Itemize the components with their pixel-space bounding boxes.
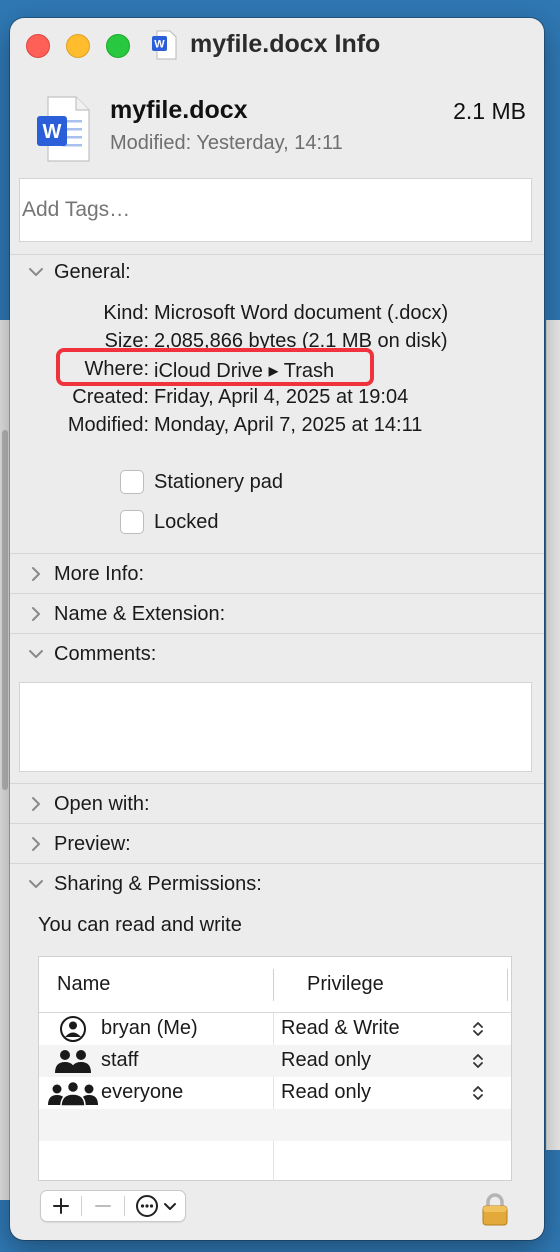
created-value: Friday, April 4, 2025 at 19:04 — [154, 386, 409, 408]
group-icon — [55, 1050, 91, 1073]
row-privilege[interactable]: Read only — [281, 1081, 371, 1104]
minimize-button[interactable] — [66, 34, 90, 58]
divider — [10, 863, 544, 864]
open-with-section-toggle[interactable]: Open with: — [26, 789, 150, 819]
word-icon-letter: W — [154, 39, 165, 51]
remove-permission-button[interactable] — [82, 1191, 124, 1221]
created-label: Created: — [72, 386, 149, 408]
zoom-button[interactable] — [106, 34, 130, 58]
kind-label: Kind: — [103, 302, 149, 324]
chevron-down-icon — [164, 1203, 176, 1210]
ellipsis-circle-icon — [136, 1195, 158, 1217]
tags-input[interactable] — [19, 178, 532, 242]
up-down-arrows-icon[interactable] — [471, 1019, 485, 1039]
chevron-right-icon — [32, 797, 40, 811]
everyone-icon — [48, 1080, 98, 1107]
file-header: W myfile.docx 2.1 MB Modified: Yesterday… — [10, 74, 544, 254]
background-scrollbar — [2, 430, 8, 790]
word-document-large-icon: W — [37, 96, 90, 162]
where-highlight-box — [56, 348, 374, 386]
permissions-table-header: Name Privilege — [39, 957, 511, 1013]
divider — [10, 783, 544, 784]
preview-section-toggle[interactable]: Preview: — [26, 829, 131, 859]
modified-value: Monday, April 7, 2025 at 14:11 — [154, 414, 423, 436]
modified-summary-label: Modified: — [110, 132, 192, 154]
stationery-pad-label: Stationery pad — [154, 470, 283, 493]
title-bar: W myfile.docx Info — [10, 18, 544, 74]
stationery-pad-checkbox[interactable] — [120, 470, 144, 494]
chevron-down-icon — [29, 880, 43, 888]
sharing-section-toggle[interactable]: Sharing & Permissions: — [26, 869, 262, 899]
minus-icon — [95, 1205, 111, 1207]
general-section-toggle[interactable]: General: — [26, 257, 131, 287]
column-separator — [273, 969, 274, 1001]
word-large-icon-letter: W — [43, 121, 62, 143]
divider — [10, 593, 544, 594]
divider — [10, 553, 544, 554]
up-down-arrows-icon[interactable] — [471, 1051, 485, 1071]
modified-row: Modified: Monday, April 7, 2025 at 14:11 — [10, 414, 544, 442]
chevron-right-icon — [32, 837, 40, 851]
modified-summary: Modified: Yesterday, 14:11 — [110, 132, 343, 155]
preview-section-label: Preview: — [54, 832, 131, 855]
window-title: myfile.docx Info — [190, 30, 381, 58]
divider — [10, 254, 544, 255]
empty-row — [39, 1109, 511, 1141]
row-name: everyone — [101, 1081, 184, 1103]
more-info-section-toggle[interactable]: More Info: — [26, 559, 144, 589]
chevron-right-icon — [32, 567, 40, 581]
table-row[interactable]: staff Read only — [39, 1045, 511, 1077]
name-extension-section-toggle[interactable]: Name & Extension: — [26, 599, 225, 629]
divider — [10, 823, 544, 824]
permissions-table: Name Privilege bryan (Me) Read & Write s… — [38, 956, 512, 1181]
row-privilege[interactable]: Read & Write — [281, 1017, 400, 1040]
open-with-section-label: Open with: — [54, 792, 150, 815]
modified-summary-value: Yesterday, 14:11 — [196, 132, 343, 154]
kind-row: Kind: Microsoft Word document (.docx) — [10, 302, 544, 330]
add-permission-button[interactable] — [41, 1191, 81, 1221]
plus-icon — [53, 1198, 69, 1214]
row-privilege[interactable]: Read only — [281, 1049, 371, 1072]
sharing-section-label: Sharing & Permissions: — [54, 872, 262, 895]
column-separator — [507, 969, 508, 1001]
word-document-icon: W — [152, 30, 177, 60]
row-name: bryan (Me) — [101, 1017, 198, 1039]
name-column-header[interactable]: Name — [57, 973, 110, 996]
row-name: staff — [101, 1049, 139, 1071]
divider — [10, 633, 544, 634]
stationery-pad-checkbox-row[interactable]: Stationery pad — [120, 469, 283, 495]
table-row[interactable]: everyone Read only — [39, 1077, 511, 1109]
locked-checkbox-row[interactable]: Locked — [120, 509, 219, 535]
chevron-right-icon — [32, 607, 40, 621]
permission-buttons — [40, 1190, 186, 1222]
empty-row — [39, 1141, 511, 1173]
file-size: 2.1 MB — [453, 98, 526, 124]
locked-label: Locked — [154, 510, 219, 533]
locked-checkbox[interactable] — [120, 510, 144, 534]
person-icon — [60, 1016, 86, 1042]
kind-value: Microsoft Word document (.docx) — [154, 302, 449, 324]
name-extension-section-label: Name & Extension: — [54, 602, 226, 625]
up-down-arrows-icon[interactable] — [471, 1083, 485, 1103]
table-row[interactable]: bryan (Me) Read & Write — [39, 1013, 511, 1045]
permission-summary: You can read and write — [38, 914, 242, 936]
modified-label: Modified: — [67, 414, 149, 436]
comments-section-toggle[interactable]: Comments: — [26, 639, 156, 669]
chevron-down-icon — [29, 268, 43, 276]
background-window-edge-right — [546, 320, 560, 1150]
file-name: myfile.docx — [110, 96, 248, 124]
privilege-column-header[interactable]: Privilege — [307, 973, 384, 996]
more-info-section-label: More Info: — [54, 562, 145, 585]
created-row: Created: Friday, April 4, 2025 at 19:04 — [10, 386, 544, 414]
comments-textarea[interactable] — [19, 682, 532, 772]
info-window: W myfile.docx Info W myfile.docx 2.1 MB … — [10, 18, 544, 1240]
action-menu-button[interactable] — [125, 1191, 187, 1221]
chevron-down-icon — [29, 650, 43, 658]
general-section-label: General: — [54, 260, 131, 283]
comments-section-label: Comments: — [54, 642, 157, 665]
lock-icon[interactable] — [480, 1192, 510, 1226]
close-button[interactable] — [26, 34, 50, 58]
